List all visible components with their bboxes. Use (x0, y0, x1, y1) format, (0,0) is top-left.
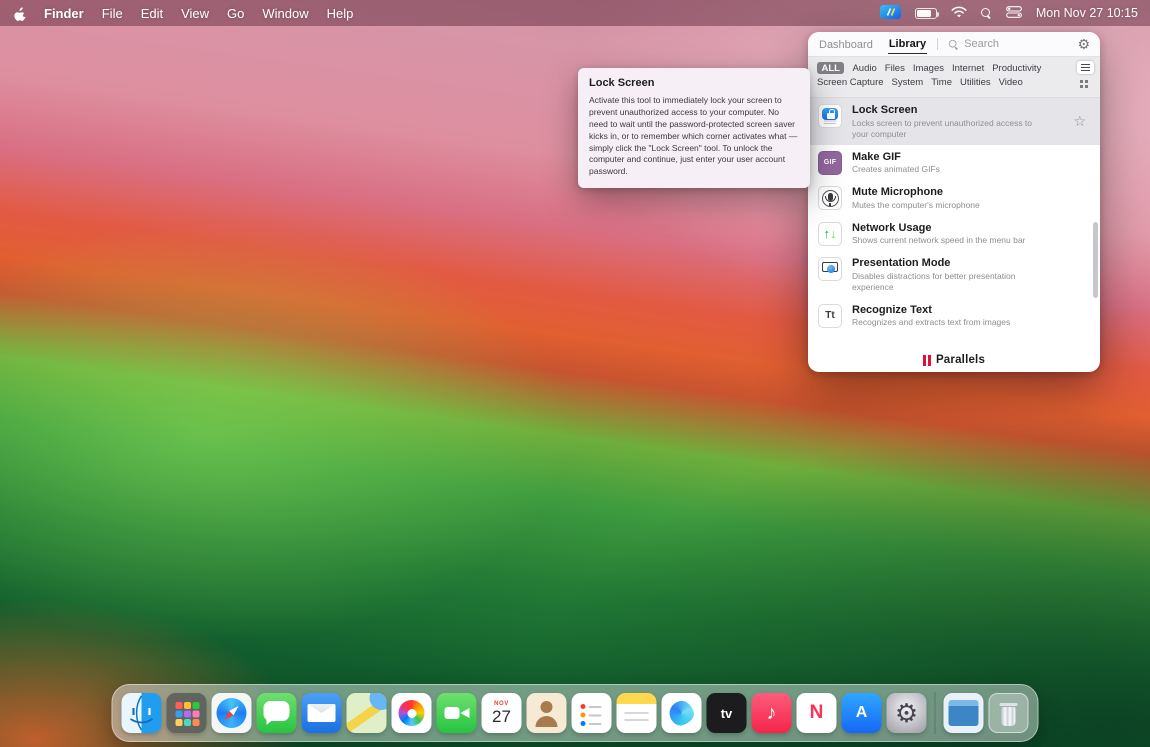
tool-desc: Shows current network speed in the menu … (852, 235, 1047, 246)
recognize-text-icon: Tt (818, 304, 842, 328)
favorite-star-icon[interactable]: ☆ (1073, 113, 1086, 130)
tool-row-presentation-mode[interactable]: Presentation Mode Disables distractions … (808, 251, 1100, 298)
tool-title: Network Usage (852, 222, 1090, 234)
tool-title: Presentation Mode (852, 257, 1090, 269)
dock-calendar-icon[interactable]: NOV 27 (482, 693, 522, 733)
dock-divider (935, 692, 936, 734)
dock-notes-icon[interactable] (617, 693, 657, 733)
category-files[interactable]: Files (885, 63, 905, 74)
tool-row-mute-microphone[interactable]: Mute Microphone Mutes the computer's mic… (808, 180, 1100, 216)
network-arrows-icon: ↑↓ (818, 222, 842, 246)
desktop: Finder File Edit View Go Window Help Mon… (0, 0, 1150, 747)
tool-desc: Mutes the computer's microphone (852, 200, 1047, 211)
tab-dashboard[interactable]: Dashboard (818, 35, 874, 54)
calendar-day: 27 (492, 708, 511, 725)
menu-edit[interactable]: Edit (132, 6, 172, 21)
parallels-logo-icon (923, 355, 931, 366)
microphone-icon (818, 186, 842, 210)
category-all[interactable]: ALL (817, 62, 844, 74)
dock-mail-icon[interactable] (302, 693, 342, 733)
header-separator (937, 38, 938, 50)
category-utilities[interactable]: Utilities (960, 77, 991, 88)
category-internet[interactable]: Internet (952, 63, 984, 74)
menu-go[interactable]: Go (218, 6, 253, 21)
panel-scrollbar[interactable] (1093, 222, 1098, 298)
dock-reminders-icon[interactable] (572, 693, 612, 733)
tooltip-title: Lock Screen (589, 77, 799, 89)
parallels-brand: Parallels (808, 354, 1100, 366)
control-center-icon[interactable] (1006, 6, 1022, 21)
tool-desc: Creates animated GIFs (852, 164, 1047, 175)
dock-appletv-icon[interactable]: tv (707, 693, 747, 733)
tool-title: Mute Microphone (852, 186, 1090, 198)
search-icon (949, 39, 958, 48)
menu-file[interactable]: File (93, 6, 132, 21)
dock-finder-icon[interactable] (122, 693, 162, 733)
dock-contacts-icon[interactable] (527, 693, 567, 733)
dock-trash-icon[interactable] (989, 693, 1029, 733)
dock-photos-icon[interactable] (392, 693, 432, 733)
dock-settings-icon[interactable]: ⚙ (887, 693, 927, 733)
music-note-icon: ♪ (767, 703, 777, 723)
category-productivity[interactable]: Productivity (992, 63, 1041, 74)
lock-screen-tooltip: Lock Screen Activate this tool to immedi… (578, 68, 810, 188)
dock-minimized-window-icon[interactable] (944, 693, 984, 733)
tool-desc: Locks screen to prevent unauthorized acc… (852, 118, 1047, 140)
tool-list: Lock Screen Locks screen to prevent unau… (808, 98, 1100, 333)
settings-gear-icon: ⚙ (895, 700, 918, 726)
menu-window[interactable]: Window (253, 6, 317, 21)
dock-appstore-icon[interactable]: A (842, 693, 882, 733)
category-images[interactable]: Images (913, 63, 944, 74)
panel-header: Dashboard Library ⚙ (808, 32, 1100, 57)
menu-bar: Finder File Edit View Go Window Help Mon… (0, 0, 1150, 26)
tool-title: Recognize Text (852, 304, 1090, 316)
dock: NOV 27 tv ♪ N A ⚙ (112, 684, 1039, 742)
search-box[interactable] (948, 38, 1077, 50)
category-video[interactable]: Video (999, 77, 1023, 88)
spotlight-search-icon[interactable] (981, 8, 992, 19)
brand-text: Parallels (936, 354, 985, 366)
category-audio[interactable]: Audio (852, 63, 876, 74)
menu-bar-clock[interactable]: Mon Nov 27 10:15 (1036, 6, 1138, 20)
dock-messages-icon[interactable] (257, 693, 297, 733)
dock-news-icon[interactable]: N (797, 693, 837, 733)
wifi-icon[interactable] (951, 6, 967, 21)
gif-icon: GIF (818, 151, 842, 175)
dock-launchpad-icon[interactable] (167, 693, 207, 733)
tool-row-recognize-text[interactable]: Tt Recognize Text Recognizes and extract… (808, 298, 1100, 334)
dock-facetime-icon[interactable] (437, 693, 477, 733)
presentation-screen-icon (818, 257, 842, 281)
app-menu-finder[interactable]: Finder (35, 6, 93, 21)
menu-view[interactable]: View (172, 6, 218, 21)
tool-row-make-gif[interactable]: GIF Make GIF Creates animated GIFs (808, 145, 1100, 181)
dock-music-icon[interactable]: ♪ (752, 693, 792, 733)
tool-title: Make GIF (852, 151, 1090, 163)
category-time[interactable]: Time (931, 77, 952, 88)
apple-menu-icon[interactable] (12, 6, 35, 21)
tool-row-network-usage[interactable]: ↑↓ Network Usage Shows current network s… (808, 216, 1100, 252)
gear-icon[interactable]: ⚙ (1077, 37, 1090, 51)
parallels-toolbox-panel: Dashboard Library ⚙ ALL Audio Files Imag… (808, 32, 1100, 372)
dock-maps-icon[interactable] (347, 693, 387, 733)
search-input[interactable] (964, 38, 1044, 50)
tool-row-lock-screen[interactable]: Lock Screen Locks screen to prevent unau… (808, 98, 1100, 145)
battery-icon[interactable] (915, 8, 937, 19)
tab-library[interactable]: Library (888, 34, 927, 54)
dock-safari-icon[interactable] (212, 693, 252, 733)
tool-desc: Recognizes and extracts text from images (852, 317, 1047, 328)
dock-freeform-icon[interactable] (662, 693, 702, 733)
category-system[interactable]: System (892, 77, 924, 88)
menu-help[interactable]: Help (318, 6, 363, 21)
tooltip-body: Activate this tool to immediately lock y… (589, 95, 799, 178)
list-view-icon[interactable] (1077, 61, 1094, 74)
tool-title: Lock Screen (852, 104, 1063, 116)
tool-desc: Disables distractions for better present… (852, 271, 1047, 293)
grid-view-icon[interactable] (1077, 77, 1094, 90)
category-screen-capture[interactable]: Screen Capture (817, 77, 884, 88)
lock-icon (818, 104, 842, 128)
category-filters: ALL Audio Files Images Internet Producti… (808, 57, 1100, 98)
parallels-toolbox-menubar-icon[interactable] (880, 5, 901, 22)
